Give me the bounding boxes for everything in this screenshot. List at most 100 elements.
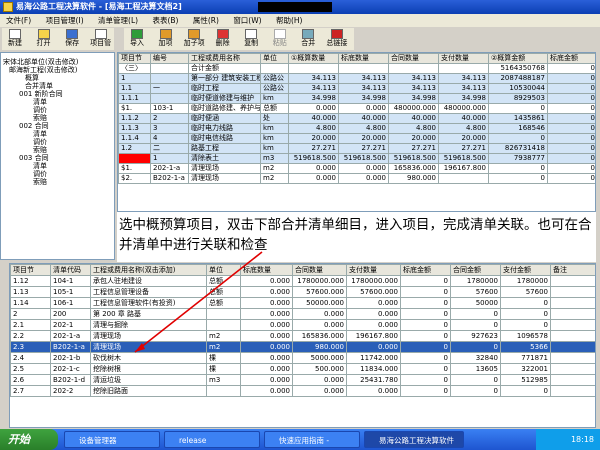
estimate-grid-header-cell[interactable]: 标底数量 bbox=[338, 53, 389, 64]
merged-list-grid-row[interactable]: 1.13 105-1 工程信息管理设备 总额 0.000 57600.000 57600.0… bbox=[10, 286, 595, 298]
estimate-grid-header-cell[interactable]: 工程或费用名称 bbox=[188, 53, 261, 64]
estimate-grid-header-cell[interactable]: ②概算金额 bbox=[488, 53, 548, 64]
merged-list-grid-row[interactable]: 2.7 202-2 挖除旧路面 0.000 0.000 0.000 0 0 0 bbox=[10, 385, 595, 397]
menu-file[interactable]: 文件(F) bbox=[0, 14, 37, 27]
estimate-grid-header-cell[interactable]: ①概算数量 bbox=[288, 53, 339, 64]
start-button[interactable]: 开始 bbox=[0, 429, 58, 450]
merged-list-grid-row[interactable]: 2.3 B202-1-a 清理现场 m2 0.000 980.000 0.000 0 0 5366 bbox=[10, 341, 595, 353]
tree-node-contract-001[interactable]: 001 新阶合同 bbox=[3, 90, 112, 98]
task-settlement-software[interactable]: 易海公路工程决算软件 bbox=[364, 431, 464, 448]
merged-list-grid-row[interactable]: 2.6 B202-1-d 清运垃圾 m3 0.000 0.000 25431.780 0 0 51… bbox=[10, 374, 595, 386]
new-button[interactable]: 新建 bbox=[2, 28, 28, 50]
merged-list-grid-row[interactable]: 2 200 第 200 章 路基 0.000 0.000 0.000 0 0 0 bbox=[10, 308, 595, 320]
estimate-grid-cell: 二 bbox=[150, 143, 189, 154]
tree-node-claims[interactable]: 索赔 bbox=[3, 114, 112, 122]
merged-list-grid-cell: 196167.800 bbox=[346, 330, 401, 342]
estimate-grid-row[interactable]: 1.1.3 3 临时电力线路 km 4.800 4.800 4.800 4.800 168546… bbox=[118, 123, 595, 134]
merged-list-grid-cell: 202-2 bbox=[50, 385, 91, 397]
merged-list-grid-header-cell[interactable]: 清单代码 bbox=[50, 264, 91, 276]
estimate-grid-row[interactable]: 1.1.2 2 临时便涵处 40.000 40.000 40.000 40.000 14358… bbox=[118, 113, 595, 124]
tree-node-list[interactable]: 清单 bbox=[3, 98, 112, 106]
merged-list-grid-header-cell[interactable]: 合同数量 bbox=[292, 264, 347, 276]
merged-list-grid-cell: 2.5 bbox=[10, 363, 51, 375]
tree-node-price-adjust[interactable]: 调价 bbox=[3, 106, 112, 114]
estimate-grid-row[interactable]: 1.2 二路基工程 km 27.271 27.271 27.271 27.271 826731… bbox=[118, 143, 595, 154]
merge-button[interactable]: 合并 bbox=[295, 28, 321, 50]
estimate-grid-header-cell[interactable]: 项目节 bbox=[118, 53, 151, 64]
merged-list-grid-header-cell[interactable]: 备注 bbox=[550, 264, 595, 276]
estimate-grid-row[interactable]: 1.1 一临时工程 公路公 34.113 34.113 34.113 34.113 10530… bbox=[118, 83, 595, 94]
merged-list-grid-cell: 165836.000 bbox=[292, 330, 347, 342]
add-subitem-button[interactable]: 加子项 bbox=[181, 28, 207, 50]
save-button[interactable]: 保存 bbox=[59, 28, 85, 50]
estimate-grid-row[interactable]: 1 第一部分 建筑安装工程 公路公 34.113 34.113 34.113 34.113 2… bbox=[118, 73, 595, 84]
merged-list-grid-header-cell[interactable]: 标底数量 bbox=[240, 264, 293, 276]
merged-list-grid-header-cell[interactable]: 项目节 bbox=[10, 264, 51, 276]
merged-list-grid-header-cell[interactable]: 标底金额 bbox=[400, 264, 451, 276]
merged-list-grid-row[interactable]: 2.2 202-1-a 清理现场 m2 0.000 165836.000 196167.80… bbox=[10, 330, 595, 342]
link-button[interactable]: 总链接 bbox=[324, 28, 350, 50]
menu-report[interactable]: 表表(B) bbox=[146, 14, 184, 27]
estimate-grid-header-cell[interactable]: 合同数量 bbox=[388, 53, 439, 64]
tree-node-list[interactable]: 清单 bbox=[3, 130, 112, 138]
estimate-grid-row[interactable]: 1.1.4 4 临时电信线路 km 20.000 20.000 20.000 20.000 0 0 bbox=[118, 133, 595, 144]
merged-list-grid-row[interactable]: 1.12 104-1 承包人驻地建设 总额 0.000 1780000.000 178000… bbox=[10, 275, 595, 287]
menu-properties[interactable]: 属性(R) bbox=[187, 14, 225, 27]
estimate-grid-row[interactable]: 〈三〉 合计金额 5164350768 0 bbox=[118, 63, 595, 74]
delete-button[interactable]: 删除 bbox=[210, 28, 236, 50]
add-item-button[interactable]: 加项 bbox=[153, 28, 179, 50]
merged-list-grid-header-cell[interactable]: 支付金额 bbox=[500, 264, 551, 276]
estimate-grid-header-cell[interactable]: 编号 bbox=[150, 53, 189, 64]
estimate-grid-cell: 1 bbox=[150, 153, 189, 164]
tree-node-project[interactable]: 邮海新工程(双击修改) bbox=[3, 66, 112, 74]
estimate-grid-cell bbox=[338, 63, 389, 74]
task-device-manager[interactable]: 设备管理器 bbox=[64, 431, 160, 448]
estimate-grid-cell: 2087488187 bbox=[488, 73, 548, 84]
estimate-grid-header-cell[interactable]: 单位 bbox=[260, 53, 289, 64]
merged-list-grid-cell: 0 bbox=[400, 374, 451, 386]
merged-list-grid-row[interactable]: 2.4 202-1-b 砍伐树木棵 0.000 5000.000 11742.000 0 32… bbox=[10, 352, 595, 364]
merged-list-grid-row[interactable]: 1.14 106-1 工程信息管理软件(有投资) 总额 0.000 50000.000 0.… bbox=[10, 297, 595, 309]
merged-list-grid-header-cell[interactable]: 单位 bbox=[206, 264, 241, 276]
estimate-grid-row[interactable]: $2. B202-1-a 清理现场 m2 0.000 0.000 980.000 0 0 bbox=[118, 173, 595, 184]
copy-button[interactable]: 复制 bbox=[238, 28, 264, 50]
tree-node-price-adjust[interactable]: 调价 bbox=[3, 170, 112, 178]
menu-list[interactable]: 清单管理(L) bbox=[92, 14, 144, 27]
tree-node-claims[interactable]: 索赔 bbox=[3, 178, 112, 186]
project-manage-button[interactable]: 项目管 bbox=[88, 28, 114, 50]
merged-list-grid-header-cell[interactable]: 工程或费用名称(双击添加) bbox=[90, 264, 207, 276]
menu-project[interactable]: 项目管理(I) bbox=[40, 14, 90, 27]
import-button[interactable]: 导入 bbox=[124, 28, 150, 50]
tree-node-price-adjust[interactable]: 调价 bbox=[3, 138, 112, 146]
menu-help[interactable]: 帮助(H) bbox=[270, 14, 309, 27]
task-release[interactable]: release bbox=[164, 431, 260, 448]
merged-list-grid-row[interactable]: 2.5 202-1-c 挖除树根棵 0.000 500.000 11834.000 0 136… bbox=[10, 363, 595, 375]
estimate-grid-cell: 1.1.2 bbox=[118, 113, 151, 124]
menu-window[interactable]: 窗口(W) bbox=[227, 14, 267, 27]
merged-list-grid-header-cell[interactable]: 合同金额 bbox=[450, 264, 501, 276]
tree-node-unit[interactable]: 宋体北部单位(双击修改) bbox=[3, 58, 112, 66]
merged-list-grid-cell: 500.000 bbox=[292, 363, 347, 375]
estimate-grid-row[interactable]: $1.103-1临时道路修建、养护与拆除总额0.0000.000480000.0… bbox=[118, 103, 595, 114]
estimate-grid-row[interactable]: 1 清除表土 m3 519618.500 519618.500 519618.500 519… bbox=[118, 153, 595, 164]
paste-button[interactable]: 粘贴 bbox=[267, 28, 293, 50]
tree-node-claims[interactable]: 索赔 bbox=[3, 146, 112, 154]
merged-list-grid-cell: m2 bbox=[206, 341, 241, 353]
tree-node-list[interactable]: 清单 bbox=[3, 162, 112, 170]
open-button[interactable]: 打开 bbox=[31, 28, 57, 50]
tree-node-estimate[interactable]: 概算 bbox=[3, 74, 112, 82]
merged-list-grid-header-cell[interactable]: 支付数量 bbox=[346, 264, 401, 276]
merged-list-grid-cell: 927623 bbox=[450, 330, 501, 342]
tree-node-merged-list[interactable]: 合并清单 bbox=[3, 82, 112, 90]
estimate-grid-row[interactable]: 1.1.1 临时便道修建与维护 km 34.998 34.998 34.998 34.998… bbox=[118, 93, 595, 104]
estimate-grid-header-cell[interactable]: 标底金额 bbox=[547, 53, 595, 64]
estimate-grid-cell bbox=[260, 63, 289, 74]
tree-node-contract-003[interactable]: 003 合同 bbox=[3, 154, 112, 162]
estimate-grid-header-cell[interactable]: 支付数量 bbox=[438, 53, 489, 64]
new-icon bbox=[9, 29, 21, 39]
merged-list-grid-row[interactable]: 2.1 202-1 清理与掘除 0.000 0.000 0.000 0 0 0 bbox=[10, 319, 595, 331]
tree-node-contract-002[interactable]: 002 合同 bbox=[3, 122, 112, 130]
estimate-grid-row[interactable]: $1. 202-1-a 清理现场 m2 0.000 0.000 165836.000 1961… bbox=[118, 163, 595, 174]
merged-list-grid-cell bbox=[206, 385, 241, 397]
task-quick-guide[interactable]: 快速应用指南 - bbox=[264, 431, 360, 448]
